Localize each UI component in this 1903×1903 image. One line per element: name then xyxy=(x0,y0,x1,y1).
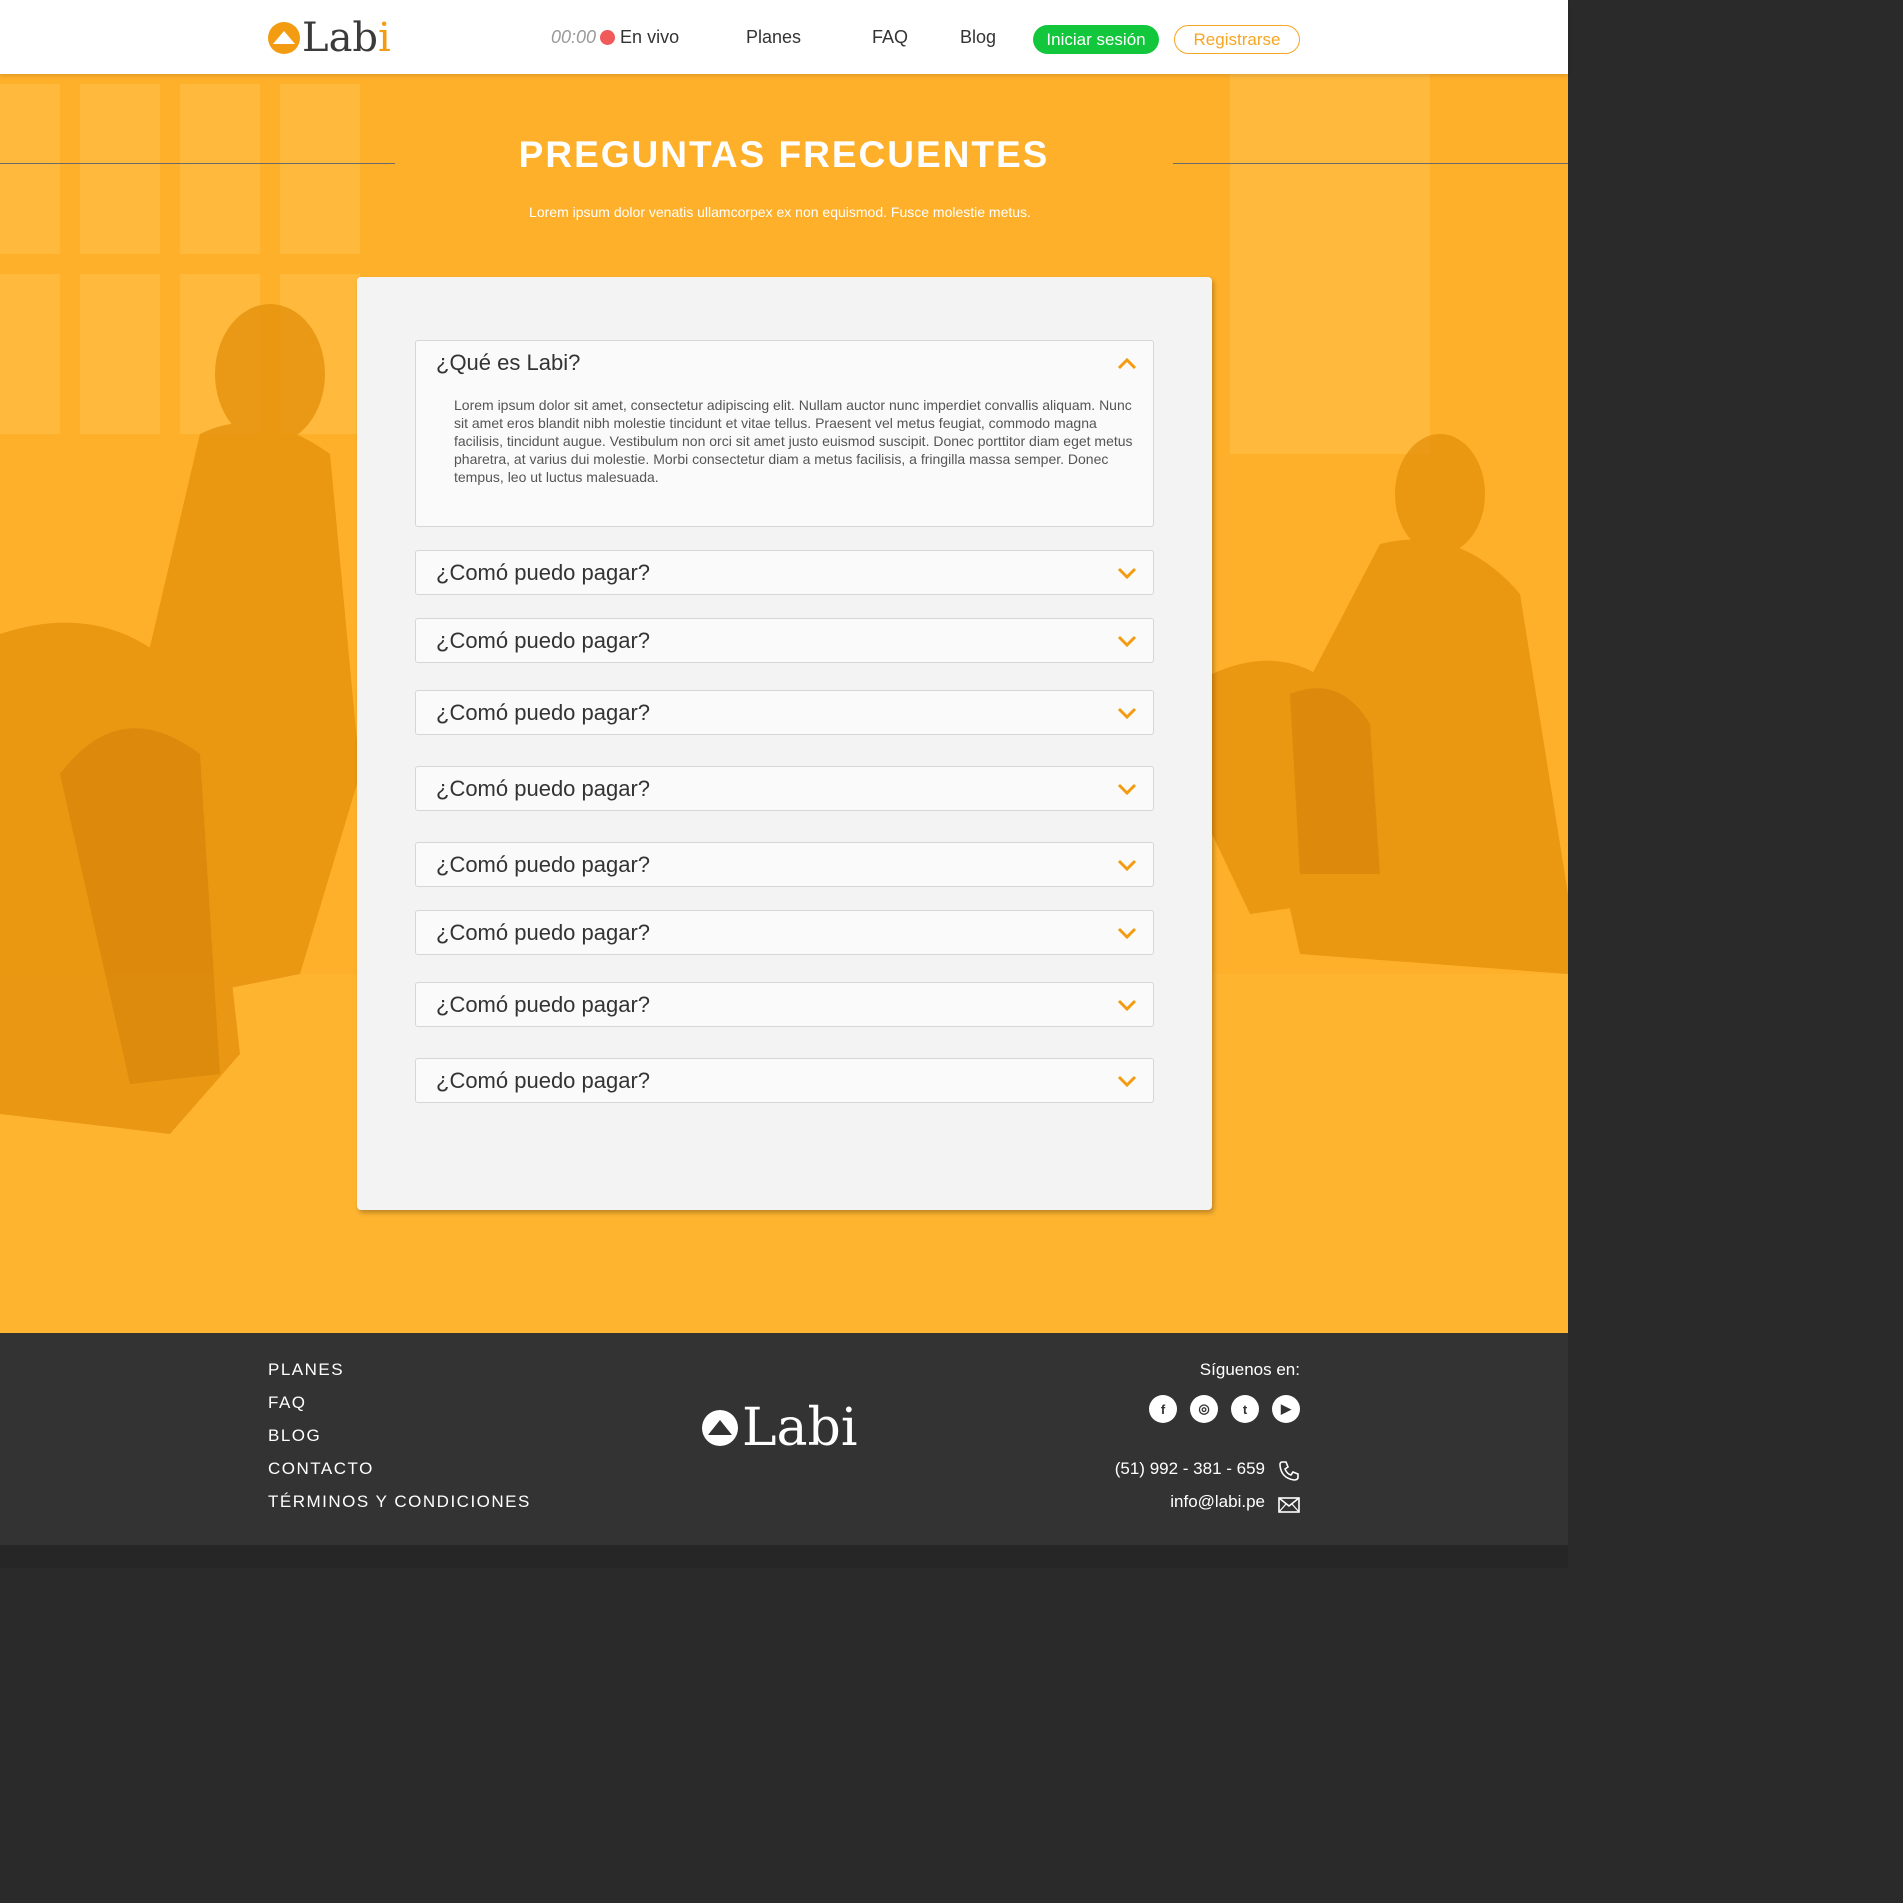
page-subtitle: Lorem ipsum dolor venatis ullamcorpex ex… xyxy=(529,204,1031,220)
instagram-icon[interactable]: ◎ xyxy=(1190,1395,1218,1423)
faq-answer: Lorem ipsum dolor sit amet, consectetur … xyxy=(454,397,1133,485)
faq-item[interactable]: ¿Comó puedo pagar? xyxy=(415,842,1154,887)
nav-live-link[interactable]: 00:00 En vivo xyxy=(551,27,679,48)
nav-planes[interactable]: Planes xyxy=(746,27,801,48)
chevron-down-icon[interactable] xyxy=(1117,926,1137,940)
chevron-down-icon[interactable] xyxy=(1117,1074,1137,1088)
faq-question: ¿Comó puedo pagar? xyxy=(436,700,651,725)
faq-card: ¿Qué es Labi? Lorem ipsum dolor sit amet… xyxy=(357,277,1212,1210)
register-button[interactable]: Registrarse xyxy=(1174,25,1300,54)
faq-question: ¿Comó puedo pagar? xyxy=(436,776,651,801)
faq-question: ¿Comó puedo pagar? xyxy=(436,628,651,653)
follow-label: Síguenos en: xyxy=(1199,1360,1300,1379)
footer-link-planes[interactable]: PLANES xyxy=(268,1360,344,1380)
footer-link-faq[interactable]: FAQ xyxy=(268,1393,307,1413)
chevron-up-icon[interactable] xyxy=(1117,356,1137,370)
phone-number[interactable]: (51) 992 - 381 - 659 xyxy=(1115,1459,1265,1479)
email-address[interactable]: info@labi.pe xyxy=(1170,1492,1265,1512)
faq-question: ¿Comó puedo pagar? xyxy=(436,920,651,945)
twitter-icon[interactable]: t xyxy=(1231,1395,1259,1423)
faq-question: ¿Comó puedo pagar? xyxy=(436,1068,651,1093)
hero-section: PREGUNTAS FRECUENTES Lorem ipsum dolor v… xyxy=(0,74,1568,1333)
mail-icon xyxy=(1278,1497,1300,1513)
faq-item[interactable]: ¿Comó puedo pagar? xyxy=(415,1058,1154,1103)
footer-link-blog[interactable]: BLOG xyxy=(268,1426,321,1446)
faq-question: ¿Comó puedo pagar? xyxy=(436,852,651,877)
faq-item[interactable]: ¿Qué es Labi? Lorem ipsum dolor sit amet… xyxy=(415,340,1154,527)
footer-link-terminos[interactable]: TÉRMINOS Y CONDICIONES xyxy=(268,1492,531,1512)
footer-link-contacto[interactable]: CONTACTO xyxy=(268,1459,374,1479)
facebook-icon[interactable]: f xyxy=(1149,1395,1177,1423)
chevron-down-icon[interactable] xyxy=(1117,782,1137,796)
top-header: Labi 00:00 En vivo Planes FAQ Blog Inici… xyxy=(0,0,1568,74)
nav-blog[interactable]: Blog xyxy=(960,27,996,48)
live-dot-icon xyxy=(600,30,616,45)
login-button[interactable]: Iniciar sesión xyxy=(1033,25,1159,54)
logo-text: Labi xyxy=(302,15,391,61)
chevron-down-icon[interactable] xyxy=(1117,858,1137,872)
footer-logo-mark-icon xyxy=(702,1410,738,1446)
faq-item[interactable]: ¿Comó puedo pagar? xyxy=(415,982,1154,1027)
site-footer: PLANES FAQ BLOG CONTACTO TÉRMINOS Y COND… xyxy=(0,1333,1568,1545)
nav-faq[interactable]: FAQ xyxy=(872,27,908,48)
faq-item[interactable]: ¿Comó puedo pagar? xyxy=(415,690,1154,735)
social-links: f ◎ t ▶ xyxy=(1149,1395,1300,1423)
faq-question: ¿Qué es Labi? xyxy=(436,350,581,375)
chevron-down-icon[interactable] xyxy=(1117,998,1137,1012)
faq-question: ¿Comó puedo pagar? xyxy=(436,992,651,1017)
live-time: 00:00 xyxy=(551,27,597,47)
bottom-strip xyxy=(0,1545,1568,1568)
logo-mark-icon xyxy=(268,22,300,54)
chevron-down-icon[interactable] xyxy=(1117,706,1137,720)
faq-item[interactable]: ¿Comó puedo pagar? xyxy=(415,910,1154,955)
faq-item[interactable]: ¿Comó puedo pagar? xyxy=(415,766,1154,811)
live-label: En vivo xyxy=(620,27,680,47)
labi-logo[interactable]: Labi xyxy=(268,16,391,60)
footer-logo[interactable]: Labi xyxy=(702,1400,857,1456)
chevron-down-icon[interactable] xyxy=(1117,566,1137,580)
phone-icon xyxy=(1279,1461,1299,1481)
faq-item[interactable]: ¿Comó puedo pagar? xyxy=(415,550,1154,595)
chevron-down-icon[interactable] xyxy=(1117,634,1137,648)
faq-item[interactable]: ¿Comó puedo pagar? xyxy=(415,618,1154,663)
faq-question: ¿Comó puedo pagar? xyxy=(436,560,651,585)
youtube-icon[interactable]: ▶ xyxy=(1272,1395,1300,1423)
footer-logo-text: Labi xyxy=(742,1398,858,1458)
page-title: PREGUNTAS FRECUENTES xyxy=(518,134,1050,175)
